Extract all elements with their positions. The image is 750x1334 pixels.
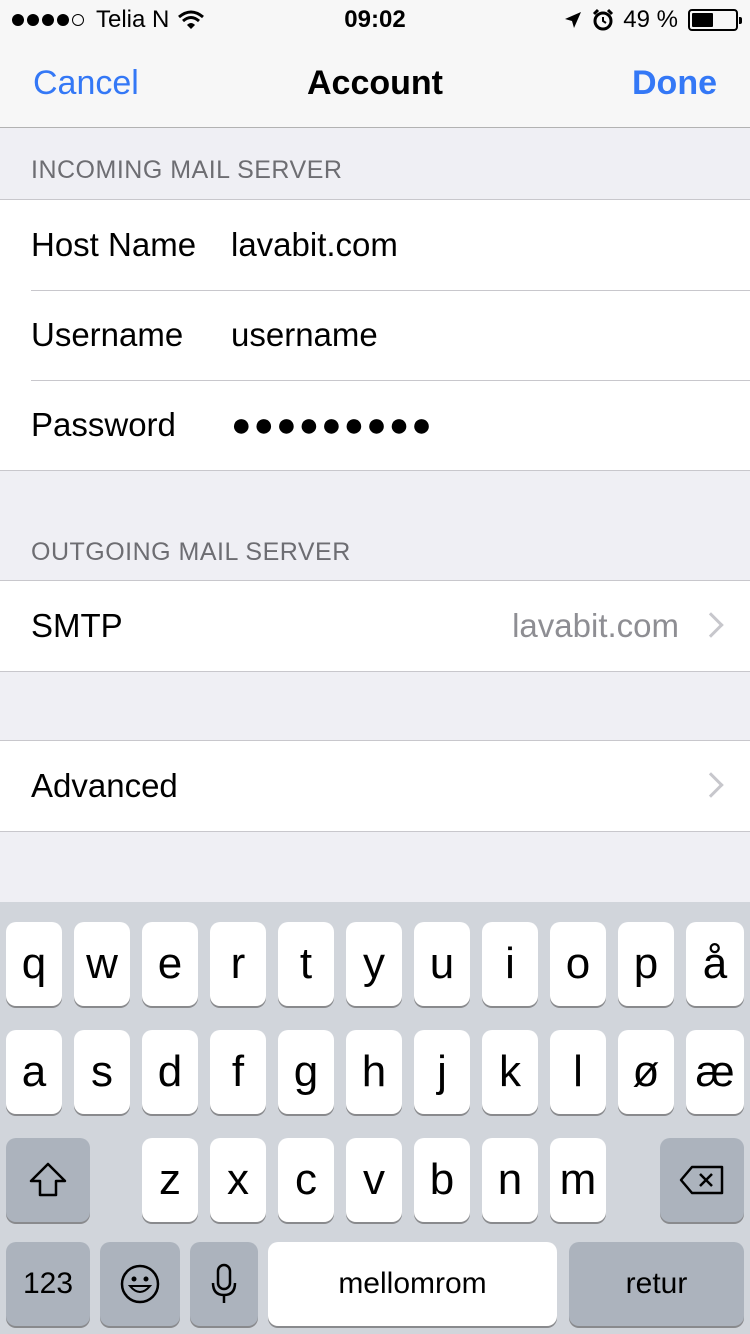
numbers-key[interactable]: 123 [6, 1242, 90, 1326]
username-field[interactable]: username [231, 316, 378, 354]
wifi-icon [178, 10, 205, 29]
smtp-row[interactable]: SMTP lavabit.com [0, 581, 750, 671]
key-u[interactable]: u [414, 922, 470, 1006]
key-n[interactable]: n [482, 1138, 538, 1222]
key-z[interactable]: z [142, 1138, 198, 1222]
key-t[interactable]: t [278, 922, 334, 1006]
incoming-server-group: Host Name lavabit.com Username username … [0, 199, 750, 471]
key-h[interactable]: h [346, 1030, 402, 1114]
emoji-key[interactable] [100, 1242, 180, 1326]
battery-icon [688, 9, 742, 31]
key-l[interactable]: l [550, 1030, 606, 1114]
battery-percent: 49 % [623, 6, 678, 33]
alarm-icon [593, 8, 614, 31]
shift-key[interactable] [6, 1138, 90, 1222]
delete-key[interactable] [660, 1138, 744, 1222]
advanced-row[interactable]: Advanced [0, 741, 750, 831]
done-button[interactable]: Done [632, 64, 717, 103]
key-j[interactable]: j [414, 1030, 470, 1114]
key-p[interactable]: p [618, 922, 674, 1006]
outgoing-section-header: OUTGOING MAIL SERVER [31, 538, 351, 566]
smtp-value: lavabit.com [512, 607, 679, 644]
password-row[interactable]: Password ●●●●●●●●● [0, 380, 750, 470]
key-d[interactable]: d [142, 1030, 198, 1114]
advanced-group: Advanced [0, 740, 750, 832]
key-k[interactable]: k [482, 1030, 538, 1114]
key-o[interactable]: o [550, 922, 606, 1006]
key-b[interactable]: b [414, 1138, 470, 1222]
cancel-button[interactable]: Cancel [33, 64, 139, 103]
host-name-row[interactable]: Host Name lavabit.com [0, 200, 750, 290]
key-i[interactable]: i [482, 922, 538, 1006]
password-field[interactable]: ●●●●●●●●● [231, 406, 434, 445]
key-q[interactable]: q [6, 922, 62, 1006]
key-c[interactable]: c [278, 1138, 334, 1222]
dictation-key[interactable] [190, 1242, 258, 1326]
key-a[interactable]: a [6, 1030, 62, 1114]
smtp-label: SMTP [31, 607, 123, 644]
key-r[interactable]: r [210, 922, 266, 1006]
key-ae[interactable]: æ [686, 1030, 744, 1114]
key-v[interactable]: v [346, 1138, 402, 1222]
microphone-icon [211, 1263, 237, 1303]
chevron-right-icon [698, 612, 724, 638]
space-key[interactable]: mellomrom [268, 1242, 557, 1326]
navigation-bar: Cancel Account Done [0, 40, 750, 128]
location-arrow-icon [565, 12, 582, 28]
key-m[interactable]: m [550, 1138, 606, 1222]
key-y[interactable]: y [346, 922, 402, 1006]
battery-fill [692, 13, 713, 27]
status-right: 49 % [563, 6, 742, 34]
advanced-label: Advanced [31, 767, 178, 804]
key-s[interactable]: s [74, 1030, 130, 1114]
keyboard: q w e r t y u i o p å a s d f g h j k l … [0, 902, 750, 1334]
password-label: Password [31, 406, 176, 443]
key-aring[interactable]: å [686, 922, 744, 1006]
username-row[interactable]: Username username [0, 290, 750, 380]
status-left: Telia N [12, 6, 205, 34]
key-g[interactable]: g [278, 1030, 334, 1114]
shift-icon [29, 1162, 67, 1197]
key-e[interactable]: e [142, 922, 198, 1006]
status-bar: Telia N 09:02 49 % [0, 0, 750, 40]
key-f[interactable]: f [210, 1030, 266, 1114]
host-name-label: Host Name [31, 226, 197, 263]
key-w[interactable]: w [74, 922, 130, 1006]
emoji-icon [120, 1264, 160, 1304]
host-name-field[interactable]: lavabit.com [231, 226, 398, 264]
return-key[interactable]: retur [569, 1242, 744, 1326]
outgoing-server-group: SMTP lavabit.com [0, 580, 750, 672]
key-x[interactable]: x [210, 1138, 266, 1222]
key-oslash[interactable]: ø [618, 1030, 674, 1114]
username-label: Username [31, 316, 184, 353]
chevron-right-icon [698, 772, 724, 798]
backspace-icon [679, 1165, 724, 1195]
signal-strength-icon [12, 14, 84, 26]
incoming-section-header: INCOMING MAIL SERVER [31, 156, 343, 184]
carrier-name: Telia N [96, 6, 170, 33]
